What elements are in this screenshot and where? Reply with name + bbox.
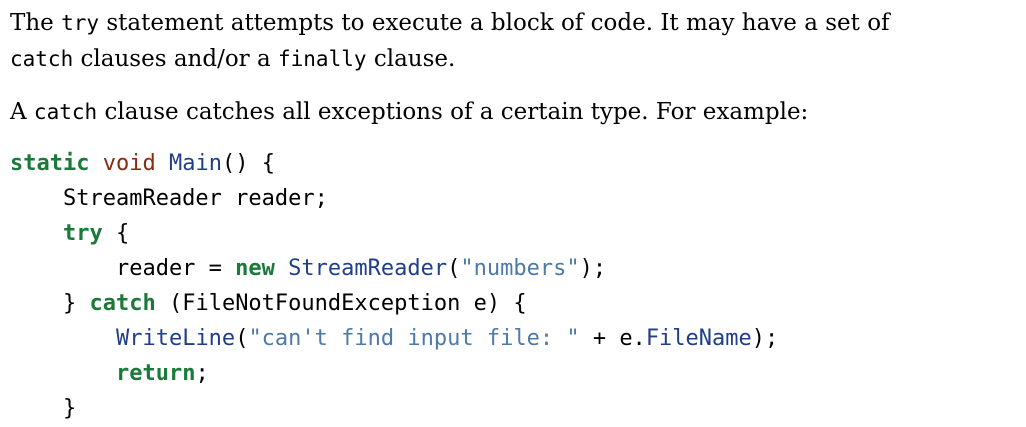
- code-line: } catch (FileNotFoundException e) {: [10, 286, 778, 321]
- code-token: new: [235, 256, 275, 281]
- code-token: StreamReader: [288, 256, 448, 281]
- code-token: ;: [195, 361, 209, 386]
- paragraph-text: clause.: [366, 46, 456, 72]
- code-line: reader = new StreamReader("numbers");: [10, 251, 778, 286]
- inline-code: finally: [278, 47, 367, 71]
- document-page: The try statement attempts to execute a …: [0, 0, 1026, 427]
- code-token: );: [579, 256, 607, 281]
- paragraph-text: A: [10, 99, 34, 125]
- code-token: static: [10, 151, 90, 176]
- code-line: }: [10, 391, 778, 426]
- code-token: );: [751, 326, 779, 351]
- code-token: (: [447, 256, 461, 281]
- code-token: try: [62, 221, 103, 246]
- code-token: "numbers": [460, 256, 580, 281]
- code-token: WriteLine: [115, 326, 236, 351]
- code-token: StreamReader reader;: [10, 186, 328, 211]
- code-block: static void Main() { StreamReader reader…: [10, 146, 778, 426]
- code-token: void: [102, 151, 156, 176]
- paragraph-text: clauses and/or a: [73, 46, 278, 72]
- code-token: {: [102, 221, 130, 246]
- code-line: try {: [10, 216, 778, 251]
- paragraph-text: clause catches all exceptions of a certa…: [97, 99, 809, 125]
- code-token: catch: [89, 291, 156, 316]
- inline-code: try: [61, 11, 100, 35]
- inline-code: catch: [33, 100, 98, 124]
- code-token: + e.: [579, 326, 646, 351]
- code-token: }: [10, 396, 77, 421]
- code-token: Main: [168, 151, 222, 176]
- inline-code: catch: [10, 47, 74, 71]
- code-line: StreamReader reader;: [10, 181, 778, 216]
- paragraph-try-statement: The try statement attempts to execute a …: [10, 5, 1018, 77]
- paragraph-text: The: [10, 10, 62, 36]
- code-line: WriteLine("can't find input file: " + e.…: [10, 321, 778, 356]
- code-token: }: [10, 291, 90, 316]
- code-token: () {: [221, 151, 275, 176]
- code-token: (: [235, 326, 249, 351]
- code-line: static void Main() {: [10, 146, 778, 181]
- code-token: reader =: [10, 256, 236, 281]
- paragraph-catch-clause: A catch clause catches all exceptions of…: [10, 94, 1018, 130]
- code-token: FileName: [645, 326, 752, 351]
- paragraph-text: statement attempts to execute a block of…: [99, 10, 890, 36]
- code-token: "can't find input file: ": [248, 326, 580, 351]
- code-token: (FileNotFoundException e) {: [155, 291, 527, 316]
- code-line: return;: [10, 356, 778, 391]
- code-token: return: [115, 361, 196, 386]
